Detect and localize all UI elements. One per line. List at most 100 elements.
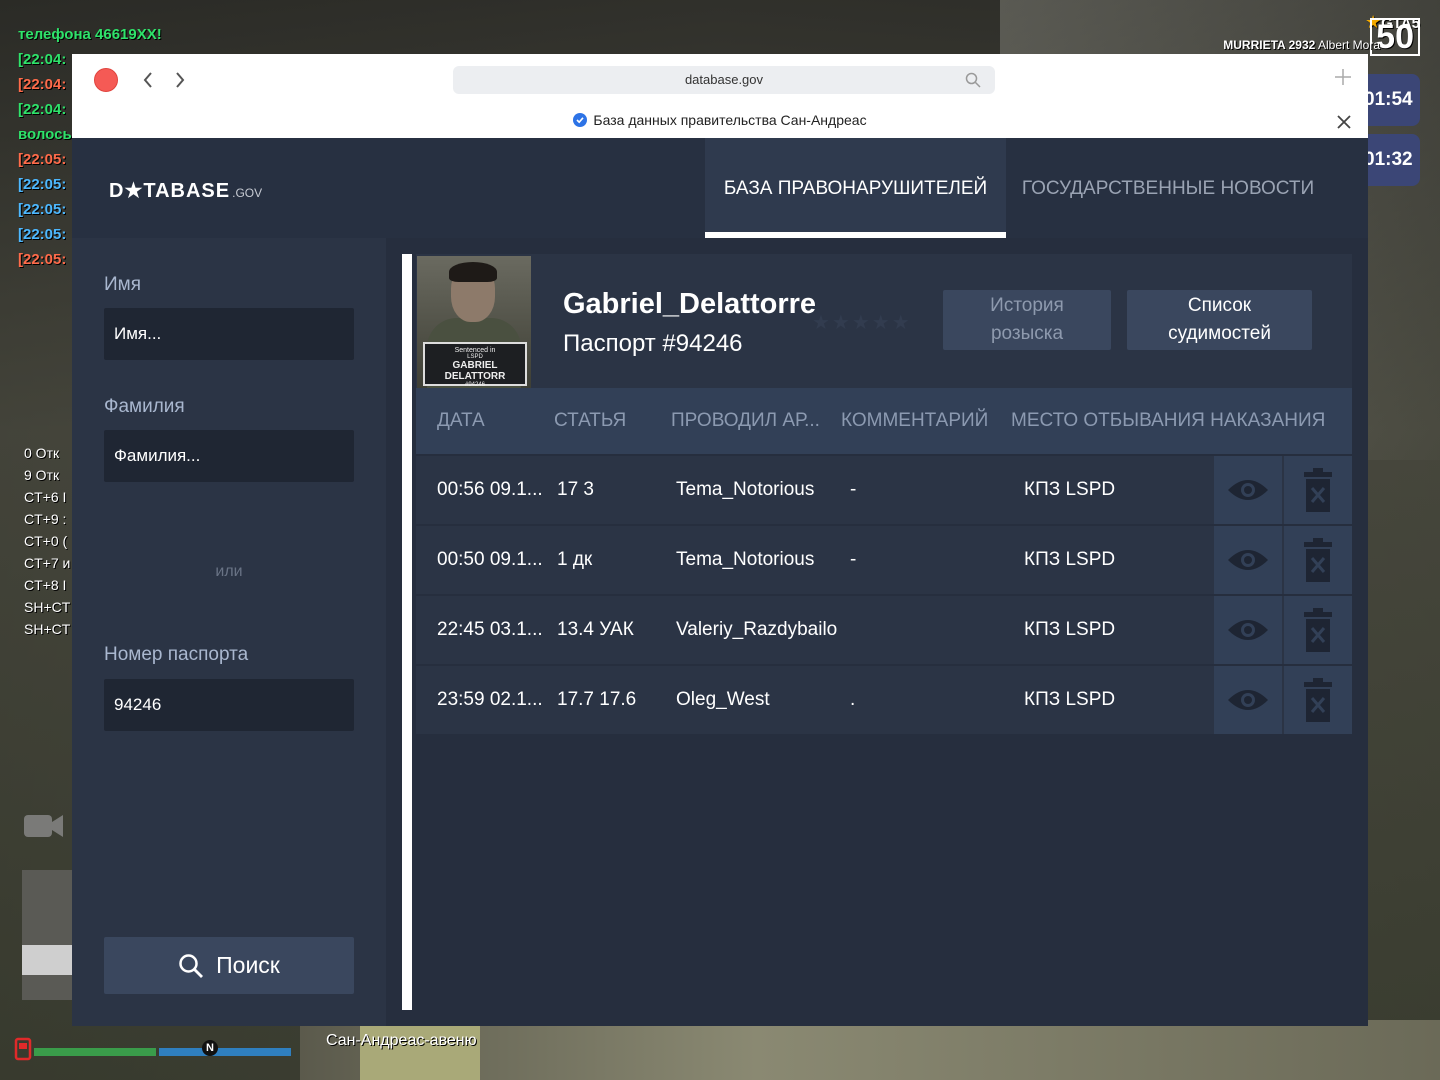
mugshot-photo: Sentenced in LSPD GABRIEL DELATTORR #942… <box>417 256 531 388</box>
last-name-input[interactable] <box>104 430 354 482</box>
cell-place: КПЗ LSPD <box>1024 479 1116 500</box>
forward-button[interactable] <box>170 68 190 92</box>
logo-main: D★TABASE <box>109 180 231 202</box>
location-name: Albert Mora <box>1317 38 1380 52</box>
last-name-label: Фамилия <box>104 396 185 417</box>
background-post <box>22 870 77 1000</box>
browser-window: database.gov База данных правительства С… <box>72 54 1368 1026</box>
cell-officer: Valeriy_Razdybailo <box>676 619 838 640</box>
search-icon <box>965 72 981 88</box>
cell-article: 17 3 <box>557 479 594 500</box>
delete-button[interactable] <box>1284 456 1352 524</box>
trash-icon <box>1304 538 1332 582</box>
cell-officer: Oleg_West <box>676 689 770 710</box>
cell-comment: - <box>850 549 857 570</box>
keybind-item: CT+9 : <box>24 511 67 527</box>
verified-check-icon <box>573 113 588 127</box>
table-header: ДАТА СТАТЬЯ ПРОВОДИЛ АР... КОММЕНТАРИЙ М… <box>416 388 1352 454</box>
site-info-bar: База данных правительства Сан-Андреас <box>72 106 1368 139</box>
keybind-item: 9 Отк <box>24 467 60 483</box>
server-logo: ★GTA5 50 <box>1365 12 1420 56</box>
chevron-right-icon <box>176 72 185 88</box>
offender-panel: Sentenced in LSPD GABRIEL DELATTORR #942… <box>416 254 1352 1010</box>
cell-date: 00:50 09.1... <box>437 549 543 570</box>
passport-input[interactable] <box>104 679 354 731</box>
status-bars: N <box>14 1035 304 1065</box>
cell-date: 22:45 03.1... <box>437 619 543 640</box>
mugshot-plate: Sentenced in LSPD GABRIEL DELATTORR #942… <box>423 342 527 388</box>
view-button[interactable] <box>1214 666 1282 734</box>
wanted-stars: ★★★★★ <box>812 310 912 334</box>
search-icon <box>179 953 204 978</box>
view-button[interactable] <box>1214 596 1282 664</box>
keybind-item: 0 Отк <box>24 445 60 461</box>
or-separator: или <box>215 563 243 580</box>
column-place: МЕСТО ОТБЫВАНИЯ НАКАЗАНИЯ <box>1011 410 1326 431</box>
browser-titlebar: database.gov <box>72 54 1368 106</box>
camera-icon <box>24 810 64 842</box>
view-button[interactable] <box>1214 456 1282 524</box>
address-bar[interactable]: database.gov <box>453 66 995 94</box>
search-sidebar: Имя Фамилия или Номер паспорта Поиск <box>72 238 386 1026</box>
app-header: D★TABASE .GOV БАЗА ПРАВОНАРУШИТЕЛЕЙ ГОСУД… <box>72 138 1368 238</box>
app-logo[interactable]: D★TABASE .GOV <box>109 178 262 203</box>
offender-name: Gabriel_Delattorre <box>563 288 817 320</box>
player-location: MURRIETA 2932 Albert Mora <box>1223 38 1380 52</box>
column-article: СТАТЬЯ <box>554 410 627 431</box>
cell-place: КПЗ LSPD <box>1024 549 1116 570</box>
timer-badge: 01:54 <box>1360 74 1420 126</box>
wanted-history-button[interactable]: История розыска <box>943 290 1111 350</box>
cell-article: 13.4 УАК <box>557 619 634 640</box>
keybind-item: CT+0 ( <box>24 533 68 549</box>
plus-icon <box>1335 69 1351 85</box>
cell-date: 23:59 02.1... <box>437 689 543 710</box>
health-bar <box>34 1048 156 1056</box>
new-tab-button[interactable] <box>1332 66 1354 88</box>
trash-icon <box>1304 468 1332 512</box>
street-name: Сан-Андреас-авеню <box>326 1032 477 1049</box>
first-name-label: Имя <box>104 274 142 295</box>
location-prefix: MURRIETA 2932 <box>1223 38 1316 52</box>
back-button[interactable] <box>138 68 158 92</box>
eye-icon <box>1228 480 1268 500</box>
timer-badge: 01:32 <box>1360 134 1420 186</box>
cell-article: 17.7 17.6 <box>557 689 637 710</box>
close-info-button[interactable] <box>1334 112 1354 132</box>
cell-officer: Tema_Notorious <box>676 479 815 500</box>
keybind-item: SH+CT <box>24 599 71 615</box>
site-info: База данных правительства Сан-Андреас <box>72 112 1368 128</box>
cell-place: КПЗ LSPD <box>1024 619 1116 640</box>
tab-government-news[interactable]: ГОСУДАРСТВЕННЫЕ НОВОСТИ <box>1006 138 1330 238</box>
tab-offenders-db[interactable]: БАЗА ПРАВОНАРУШИТЕЛЕЙ <box>705 138 1006 238</box>
passport-label: Номер паспорта <box>104 644 249 665</box>
wanted-history-label: История розыска <box>990 295 1064 344</box>
cell-article: 1 дк <box>557 549 593 570</box>
eye-icon <box>1228 690 1268 710</box>
chevron-left-icon <box>143 72 152 88</box>
close-window-button[interactable] <box>94 68 118 92</box>
eye-icon <box>1228 550 1268 570</box>
delete-button[interactable] <box>1284 596 1352 664</box>
table-row: 00:56 09.1... 17 3 Tema_Notorious - КПЗ … <box>416 456 1352 524</box>
background-post-plate <box>22 945 77 975</box>
search-button[interactable]: Поиск <box>104 937 354 994</box>
cell-comment: - <box>850 479 857 500</box>
chat-line: телефона 46619XX! <box>18 26 162 43</box>
search-button-label: Поиск <box>216 952 280 978</box>
trash-icon <box>1304 608 1332 652</box>
cell-place: КПЗ LSPD <box>1024 689 1116 710</box>
delete-button[interactable] <box>1284 666 1352 734</box>
cell-date: 00:56 09.1... <box>437 479 543 500</box>
convictions-list-button[interactable]: Список судимостей <box>1127 290 1312 350</box>
address-text: database.gov <box>684 72 764 87</box>
keybind-list: 0 Отк 9 Отк CT+6 I CT+9 : CT+0 ( CT+7 и … <box>24 442 70 640</box>
column-date: ДАТА <box>437 410 485 431</box>
close-icon <box>1337 115 1351 129</box>
keybind-item: CT+7 и <box>24 555 71 571</box>
cell-comment: . <box>850 689 856 710</box>
column-officer: ПРОВОДИЛ АР... <box>671 410 820 431</box>
delete-button[interactable] <box>1284 526 1352 594</box>
armor-bar <box>159 1048 291 1056</box>
first-name-input[interactable] <box>104 308 354 360</box>
view-button[interactable] <box>1214 526 1282 594</box>
